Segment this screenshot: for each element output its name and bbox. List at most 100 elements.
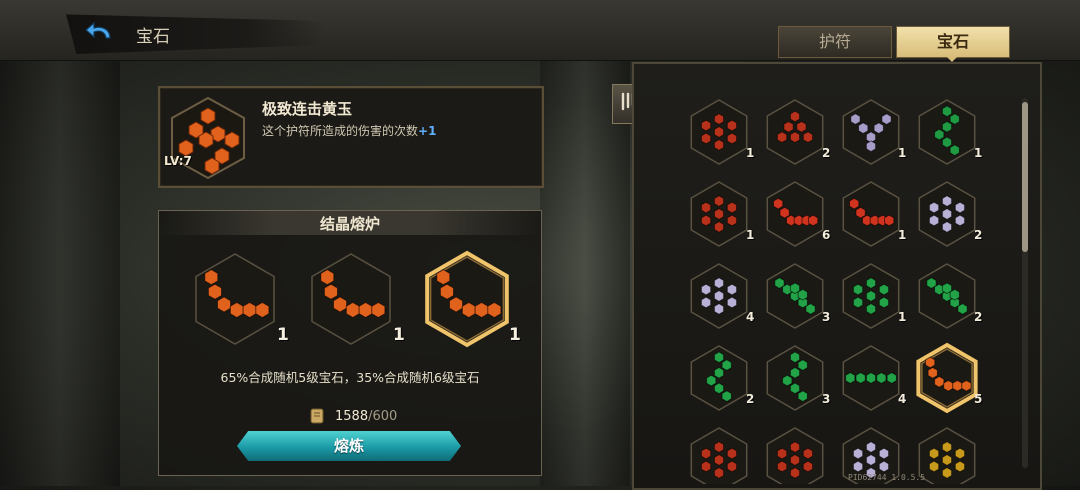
gem-hex-icon — [690, 263, 748, 329]
gem-hex-icon — [918, 181, 976, 247]
inventory-gem-slot[interactable] — [836, 176, 906, 252]
furnace-slot-2[interactable] — [303, 247, 399, 351]
inventory-gem-slot[interactable] — [836, 340, 906, 416]
inventory-gem-slot[interactable] — [684, 94, 754, 170]
gem-hex-icon — [842, 99, 900, 165]
gem-piece — [713, 467, 725, 479]
furnace-slot-count: 1 — [277, 325, 289, 345]
gem-piece — [865, 372, 877, 384]
inventory-gem-count: 1 — [898, 146, 907, 160]
gem-piece — [954, 447, 966, 460]
gem-piece — [954, 214, 966, 227]
gem-piece — [845, 372, 856, 384]
gem-inventory: 1211161243122345 — [632, 62, 1042, 490]
inventory-gem-slot[interactable] — [684, 258, 754, 334]
gem-piece — [961, 379, 972, 392]
gem-piece — [850, 113, 861, 125]
gem-name: 极致连击黄玉 — [262, 100, 353, 118]
inventory-gem-slot[interactable] — [760, 258, 830, 334]
gem-piece — [474, 301, 489, 319]
inventory-gem-count: 2 — [974, 310, 983, 324]
tab-gem[interactable]: 宝石 — [896, 26, 1010, 58]
gem-level: LV:7 — [164, 154, 192, 168]
gem-piece — [925, 356, 936, 369]
gem-piece — [713, 382, 725, 395]
smelt-button[interactable]: 熔炼 — [237, 431, 461, 461]
gem-description: 这个护符所造成的伤害的次数 — [262, 124, 419, 138]
material-cost: 1588/600 — [335, 409, 397, 424]
gem-piece — [713, 277, 725, 289]
gem-piece — [700, 283, 712, 296]
gem-piece — [865, 290, 877, 302]
inventory-scrollbar[interactable] — [1022, 102, 1028, 252]
gem-piece — [713, 303, 725, 315]
gem-piece — [934, 375, 945, 388]
inventory-gem-count: 1 — [746, 146, 755, 160]
gem-piece — [878, 460, 890, 473]
gem-piece — [886, 372, 897, 384]
furnace-title: 结晶熔炉 — [319, 215, 380, 233]
inventory-gem-slot[interactable] — [684, 176, 754, 252]
gem-description-row: 这个护符所造成的伤害的次数+1 — [262, 122, 436, 139]
gem-piece — [808, 214, 819, 227]
material-owned: 1588 — [335, 409, 369, 424]
inventory-gem-slot[interactable] — [836, 258, 906, 334]
gem-piece — [700, 460, 712, 473]
furnace-slot-count: 1 — [509, 325, 521, 345]
inventory-gem-count: 6 — [822, 228, 831, 242]
inventory-gem-slot[interactable] — [760, 94, 830, 170]
gem-piece — [934, 128, 945, 141]
gem-piece — [700, 447, 712, 460]
gem-piece — [721, 359, 732, 371]
inventory-gem-slot[interactable] — [760, 340, 830, 416]
back-button[interactable] — [84, 20, 116, 46]
gem-piece — [789, 454, 801, 466]
gem-piece — [333, 296, 348, 313]
gem-piece — [713, 139, 725, 151]
inventory-gem-slot[interactable] — [760, 422, 830, 484]
gem-piece — [726, 201, 738, 214]
gem-piece — [713, 126, 725, 138]
gem-piece — [941, 136, 953, 149]
gem-piece — [865, 277, 877, 289]
furnace-slot-count: 1 — [393, 325, 405, 345]
gem-piece — [852, 460, 864, 473]
gem-hex-icon — [425, 250, 509, 348]
gem-piece — [713, 366, 725, 379]
gem-piece — [782, 374, 793, 387]
gem-frame — [195, 253, 275, 345]
furnace-slot-3[interactable] — [419, 247, 515, 351]
inventory-gem-count: 2 — [746, 392, 755, 406]
inventory-gem-slot[interactable] — [912, 258, 982, 334]
gem-piece — [878, 296, 890, 309]
gem-piece — [941, 208, 953, 220]
gem-piece — [358, 301, 373, 319]
gem-piece — [726, 447, 738, 460]
gem-piece — [952, 379, 963, 392]
tab-charm[interactable]: 护符 — [778, 26, 892, 58]
gem-piece — [797, 359, 808, 371]
gem-hex-icon — [690, 345, 748, 411]
inventory-gem-slot[interactable] — [684, 422, 754, 484]
inventory-gem-count: 3 — [822, 310, 831, 324]
gem-piece — [797, 288, 808, 301]
inventory-gem-slot[interactable] — [684, 340, 754, 416]
gem-piece — [776, 447, 788, 460]
inventory-gem-slot[interactable] — [760, 176, 830, 252]
gem-piece — [255, 301, 270, 319]
gem-frame — [311, 253, 391, 345]
gem-piece — [713, 351, 725, 364]
inventory-gem-slot[interactable] — [912, 176, 982, 252]
inventory-gem-count: 2 — [974, 228, 983, 242]
inventory-gem-slot[interactable] — [836, 94, 906, 170]
gem-piece — [927, 366, 938, 379]
gem-piece — [805, 303, 816, 315]
gem-piece — [721, 390, 732, 403]
page-title: 宝石 — [136, 27, 170, 47]
gem-hex-icon — [842, 345, 900, 411]
gem-piece — [726, 283, 738, 296]
furnace-slot-1[interactable] — [187, 247, 283, 351]
inventory-gem-slot[interactable] — [912, 94, 982, 170]
gem-hex-icon — [690, 427, 748, 484]
inventory-gem-slot[interactable] — [912, 340, 982, 416]
